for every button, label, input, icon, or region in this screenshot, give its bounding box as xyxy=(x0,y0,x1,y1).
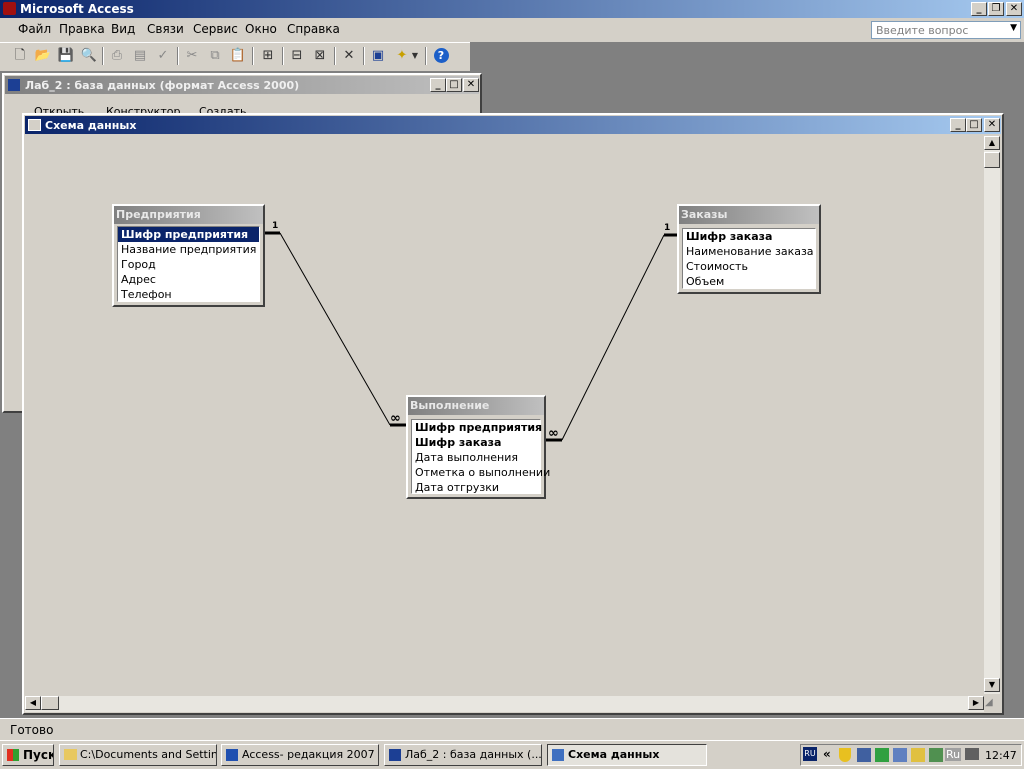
table-execution-title[interactable]: Выполнение xyxy=(408,397,544,415)
chevron-left-icon[interactable]: « xyxy=(823,747,831,761)
relation-one-label: 1 xyxy=(664,223,671,233)
field-item[interactable]: Город xyxy=(118,257,259,272)
relation-many-label: ∞ xyxy=(390,411,401,426)
table-orders[interactable]: Заказы Шифр заказа Наименование заказа С… xyxy=(677,204,821,294)
network-icon[interactable] xyxy=(857,748,871,762)
field-item[interactable]: Наименование заказа xyxy=(683,244,815,259)
field-item[interactable]: Телефон xyxy=(118,287,259,302)
relation-many-label: ∞ xyxy=(548,426,559,441)
relationship-lines xyxy=(264,231,678,442)
folder-icon xyxy=(64,749,77,760)
tray-app-icon[interactable] xyxy=(929,748,943,762)
system-tray: RU « Ru 12:47 xyxy=(800,744,1022,766)
word-icon xyxy=(226,749,238,761)
start-label: Пуск xyxy=(23,748,54,762)
field-item[interactable]: Адрес xyxy=(118,272,259,287)
shield-icon[interactable] xyxy=(839,748,851,762)
windows-logo-icon xyxy=(7,749,19,761)
field-item[interactable]: Шифр предприятия xyxy=(118,227,259,242)
field-item[interactable]: Дата отгрузки xyxy=(412,480,540,495)
language-indicator-icon[interactable]: RU xyxy=(803,747,817,761)
field-item[interactable]: Стоимость xyxy=(683,259,815,274)
table-enterprises[interactable]: Предприятия Шифр предприятия Название пр… xyxy=(112,204,265,307)
task-schema[interactable]: Схема данных xyxy=(547,744,707,766)
table-execution[interactable]: Выполнение Шифр предприятия Шифр заказа … xyxy=(406,395,550,499)
tray-app-icon[interactable] xyxy=(911,748,925,762)
field-item[interactable]: Название предприятия xyxy=(118,242,259,257)
monitor-icon[interactable] xyxy=(965,748,979,760)
relation-one-label: 1 xyxy=(272,221,279,231)
task-word[interactable]: Access- редакция 2007 ... xyxy=(221,744,379,766)
language-label[interactable]: Ru xyxy=(945,748,962,761)
task-explorer[interactable]: C:\Documents and Settin... xyxy=(59,744,217,766)
clock: 12:47 xyxy=(985,749,1017,762)
table-orders-fields: Шифр заказа Наименование заказа Стоимост… xyxy=(682,228,816,289)
table-orders-title[interactable]: Заказы xyxy=(679,206,819,224)
task-label: Access- редакция 2007 ... xyxy=(242,748,379,761)
status-bar: Готово xyxy=(0,718,1024,741)
start-button[interactable]: Пуск xyxy=(2,744,54,766)
field-item[interactable]: Дата выполнения xyxy=(412,450,540,465)
task-database[interactable]: Лаб_2 : база данных (... xyxy=(384,744,542,766)
table-enterprises-title[interactable]: Предприятия xyxy=(114,206,263,224)
database-icon xyxy=(389,749,401,761)
field-item[interactable]: Отметка о выполнении xyxy=(412,465,550,480)
tray-app-icon[interactable] xyxy=(893,748,907,762)
field-item[interactable]: Шифр заказа xyxy=(412,435,540,450)
field-item[interactable]: Шифр предприятия xyxy=(412,420,542,435)
table-execution-fields: Шифр предприятия Шифр заказа Дата выполн… xyxy=(411,419,550,495)
field-item[interactable]: Шифр заказа xyxy=(683,229,815,244)
field-item[interactable]: Объем xyxy=(683,274,815,289)
task-label: Лаб_2 : база данных (... xyxy=(405,748,542,761)
table-enterprises-fields: Шифр предприятия Название предприятия Го… xyxy=(117,226,260,302)
relationships-icon xyxy=(552,749,564,761)
taskbar: Пуск C:\Documents and Settin... Access- … xyxy=(0,740,1024,769)
task-label: Схема данных xyxy=(568,748,660,761)
tray-app-icon[interactable] xyxy=(875,748,889,762)
task-label: C:\Documents and Settin... xyxy=(80,748,217,761)
status-text: Готово xyxy=(10,723,54,737)
